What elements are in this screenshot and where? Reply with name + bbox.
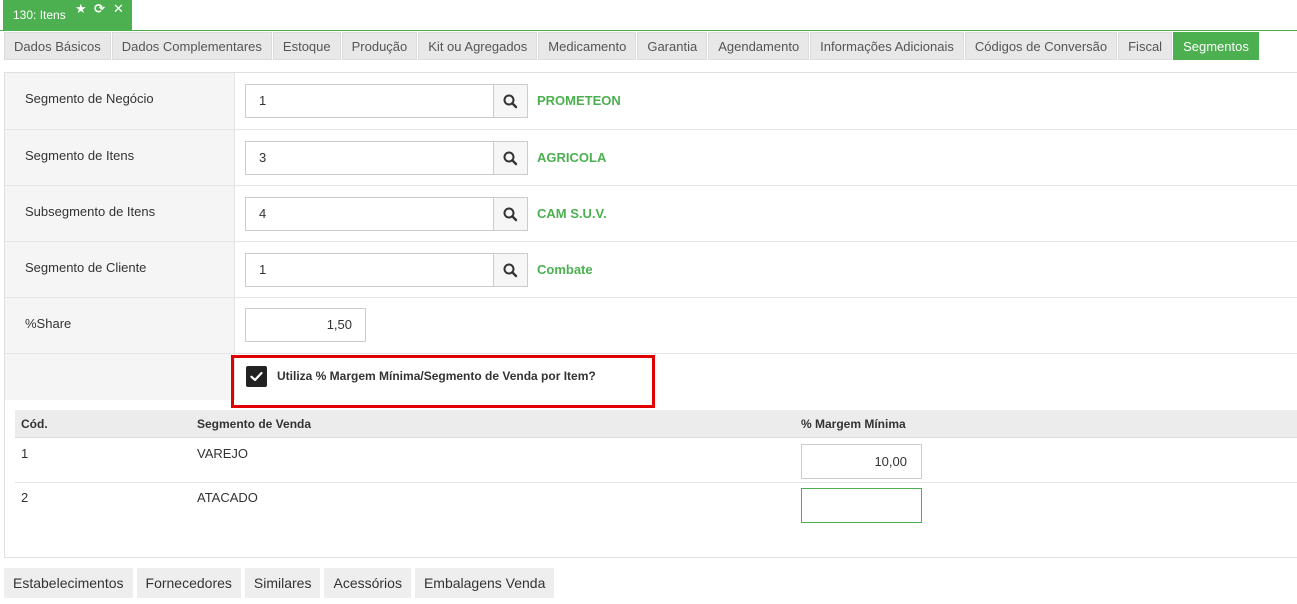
row-segmento-itens: Segmento de Itens 3 AGRICOLA	[5, 130, 1297, 186]
tab-codigos-conversao[interactable]: Códigos de Conversão	[964, 32, 1118, 60]
tab-dados-complementares[interactable]: Dados Complementares	[111, 32, 272, 60]
tab-segmentos[interactable]: Segmentos	[1173, 32, 1259, 60]
tab-medicamento[interactable]: Medicamento	[538, 32, 637, 60]
margem-input[interactable]	[801, 488, 922, 523]
row-share: %Share 1,50	[5, 298, 1297, 354]
grid-header: Cód. Segmento de Venda % Margem Mínima	[15, 410, 1297, 438]
close-icon[interactable]: ✕	[113, 1, 124, 17]
tab-bar: Dados Básicos Dados Complementares Estoq…	[4, 32, 1260, 60]
tab-dados-basicos[interactable]: Dados Básicos	[4, 32, 111, 60]
share-input[interactable]: 1,50	[245, 308, 366, 342]
table-row: 2 ATACADO	[15, 483, 1297, 528]
header-margem-minima: % Margem Mínima	[801, 417, 906, 431]
subsegmento-itens-label: Subsegmento de Itens	[25, 204, 156, 219]
tab-similares[interactable]: Similares	[244, 568, 321, 598]
segmento-itens-search-button[interactable]	[493, 141, 528, 175]
tab-informacoes-adicionais[interactable]: Informações Adicionais	[810, 32, 964, 60]
search-icon	[503, 207, 518, 222]
tab-divider	[0, 30, 1297, 31]
tab-kit-agregados[interactable]: Kit ou Agregados	[418, 32, 538, 60]
header-segmento-venda: Segmento de Venda	[197, 417, 312, 431]
star-icon[interactable]: ★	[75, 1, 87, 17]
row-subsegmento-itens: Subsegmento de Itens 4 CAM S.U.V.	[5, 186, 1297, 242]
row-segmento-cliente: Segmento de Cliente 1 Combate	[5, 242, 1297, 298]
search-icon	[503, 151, 518, 166]
segmento-negocio-search-button[interactable]	[493, 84, 528, 118]
segmento-negocio-label: Segmento de Negócio	[25, 91, 154, 106]
segmento-negocio-description: PROMETEON	[537, 93, 621, 108]
segmentos-panel: Segmento de Negócio 1 PROMETEON Segmento…	[4, 72, 1297, 558]
segmento-itens-label: Segmento de Itens	[25, 148, 135, 163]
segmento-cliente-description: Combate	[537, 262, 593, 277]
row-segmento: ATACADO	[197, 490, 258, 505]
tab-producao[interactable]: Produção	[341, 32, 418, 60]
header-cod: Cód.	[21, 417, 48, 431]
segmento-cliente-label: Segmento de Cliente	[25, 260, 147, 275]
row-margem-checkbox: Utiliza % Margem Mínima/Segmento de Vend…	[5, 354, 1297, 408]
tab-embalagens-venda[interactable]: Embalagens Venda	[414, 568, 555, 598]
tab-estoque[interactable]: Estoque	[272, 32, 341, 60]
subsegmento-itens-search-button[interactable]	[493, 197, 528, 231]
bottom-tab-bar: Estabelecimentos Fornecedores Similares …	[4, 568, 558, 598]
subsegmento-itens-input[interactable]: 4	[245, 197, 494, 231]
segmento-itens-description: AGRICOLA	[537, 150, 607, 165]
row-segmento-negocio: Segmento de Negócio 1 PROMETEON	[5, 73, 1297, 130]
tab-estabelecimentos[interactable]: Estabelecimentos	[4, 568, 133, 598]
segmento-cliente-search-button[interactable]	[493, 253, 528, 287]
segmento-itens-input[interactable]: 3	[245, 141, 494, 175]
check-icon	[250, 371, 263, 382]
subsegmento-itens-description: CAM S.U.V.	[537, 206, 607, 221]
row-cod: 2	[21, 490, 29, 505]
refresh-icon[interactable]: ⟳	[94, 1, 105, 17]
segmento-cliente-input[interactable]: 1	[245, 253, 494, 287]
margem-checkbox-label: Utiliza % Margem Mínima/Segmento de Vend…	[277, 369, 596, 383]
tab-garantia[interactable]: Garantia	[637, 32, 708, 60]
tab-acessorios[interactable]: Acessórios	[324, 568, 411, 598]
tab-agendamento[interactable]: Agendamento	[708, 32, 810, 60]
search-icon	[503, 263, 518, 278]
table-row: 1 VAREJO 10,00	[15, 438, 1297, 483]
row-cod: 1	[21, 446, 29, 461]
tab-fiscal[interactable]: Fiscal	[1118, 32, 1173, 60]
margem-checkbox[interactable]	[246, 366, 267, 387]
window-tab[interactable]: 130: Itens ★ ⟳ ✕	[3, 0, 132, 31]
segmento-negocio-input[interactable]: 1	[245, 84, 494, 118]
search-icon	[503, 94, 518, 109]
share-label: %Share	[25, 316, 72, 331]
window-tab-title: 130: Itens	[13, 8, 66, 22]
margem-input[interactable]: 10,00	[801, 444, 922, 479]
tab-fornecedores[interactable]: Fornecedores	[136, 568, 241, 598]
row-segmento: VAREJO	[197, 446, 249, 461]
